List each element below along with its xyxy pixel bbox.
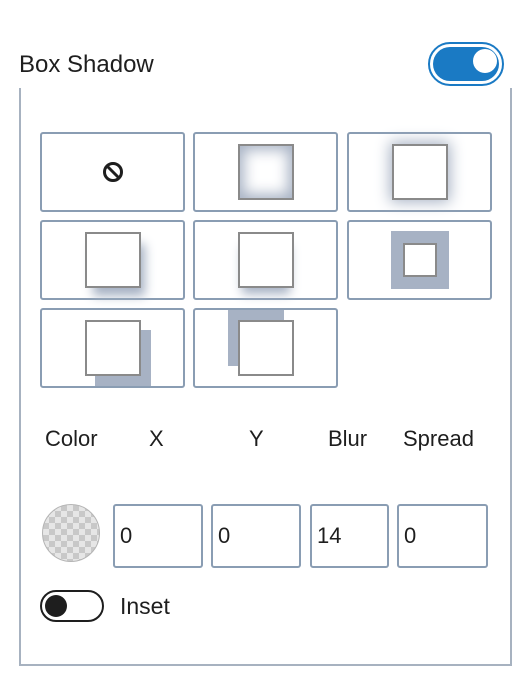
preset-preview-square (237, 320, 294, 376)
toggle-knob (473, 49, 497, 73)
inset-label: Inset (120, 593, 170, 619)
spread-label: Spread (403, 426, 474, 451)
box-shadow-panel: Box Shadow Color X Y Blur Spread 0 0 14 … (0, 0, 526, 680)
preset-inner-glow[interactable] (193, 132, 338, 212)
preset-preview-square (237, 144, 294, 200)
blur-input[interactable] (310, 504, 389, 568)
box-shadow-toggle[interactable] (428, 42, 504, 86)
x-label: X (149, 426, 164, 451)
preset-bottom-soft[interactable] (193, 220, 338, 300)
inset-toggle[interactable] (40, 590, 104, 622)
panel-title: Box Shadow (19, 51, 154, 78)
x-offset-input[interactable] (113, 504, 203, 568)
y-label: Y (249, 426, 264, 451)
preset-preview-square (84, 320, 141, 376)
preset-bottom-right-soft[interactable] (40, 220, 185, 300)
preset-preview-square (402, 243, 437, 277)
y-offset-input[interactable] (211, 504, 301, 568)
preset-preview-square (84, 232, 141, 288)
preset-solid-offset-top-left[interactable] (193, 308, 338, 388)
preset-none[interactable] (40, 132, 185, 212)
color-label: Color (45, 426, 98, 451)
color-swatch[interactable] (42, 504, 100, 562)
preset-preview-square (237, 232, 294, 288)
spread-input[interactable] (397, 504, 488, 568)
preset-solid-offset-bottom-right[interactable] (40, 308, 185, 388)
preset-solid-spread[interactable] (347, 220, 492, 300)
blur-label: Blur (328, 426, 368, 451)
preset-preview-square (391, 144, 448, 200)
prohibited-icon (102, 162, 123, 182)
toggle-knob (45, 595, 67, 617)
preset-outer-glow[interactable] (347, 132, 492, 212)
